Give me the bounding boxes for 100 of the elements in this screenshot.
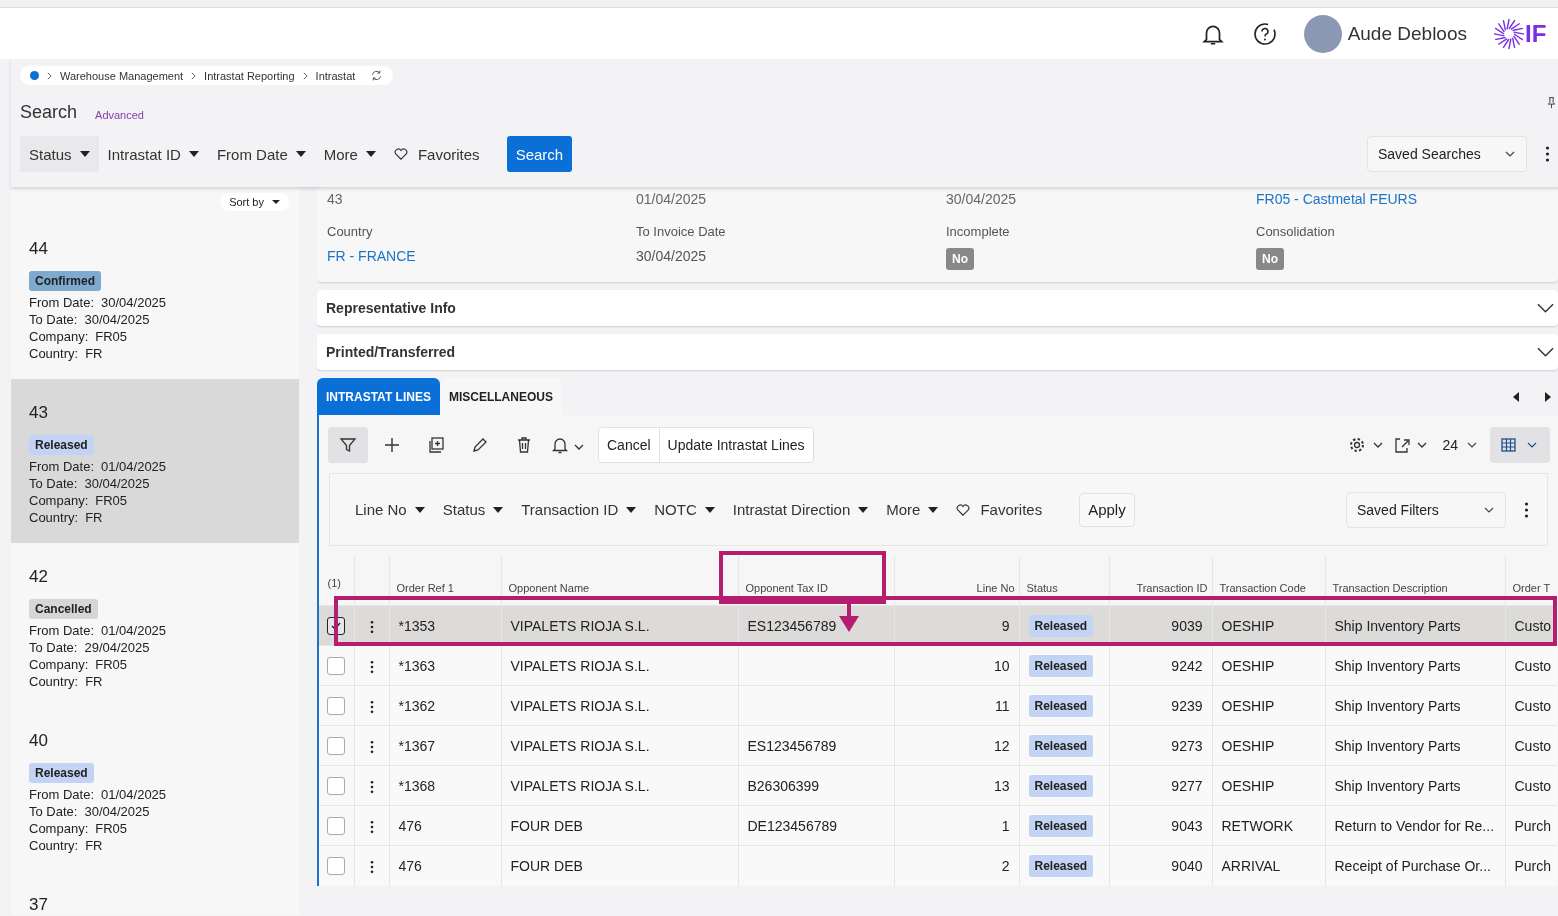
row-checkbox[interactable]: [327, 776, 346, 795]
field-value: 01/04/2025: [101, 622, 167, 639]
table-view-dropdown-icon[interactable]: [1490, 427, 1550, 463]
filter-dropdown[interactable]: Intrastat Direction: [723, 491, 878, 528]
user-name[interactable]: Aude Debloos: [1347, 22, 1467, 45]
home-dot-icon[interactable]: [30, 71, 39, 80]
collapsible-section[interactable]: Representative Info: [317, 290, 1558, 326]
apply-button[interactable]: Apply: [1079, 492, 1135, 527]
row-menu-icon[interactable]: [369, 859, 374, 874]
row-checkbox[interactable]: [327, 656, 346, 675]
row-checkbox[interactable]: [327, 736, 346, 755]
filter-dropdown[interactable]: NOTC: [645, 491, 724, 528]
record-number: 40: [29, 731, 49, 751]
starburst-logo-icon: [1493, 17, 1525, 50]
record-list-item[interactable]: 40 Released From Date: 01/04/2025 To Date: 30/04/2025 Company: FR05 Country: FR: [11, 707, 299, 871]
row-checkbox[interactable]: [327, 816, 346, 835]
status-badge: Released: [1028, 854, 1094, 877]
column-header[interactable]: Order T: [1512, 582, 1551, 594]
field-label: From Date:: [29, 786, 94, 803]
search-title: Search: [20, 102, 78, 123]
row-menu-icon[interactable]: [369, 659, 374, 674]
column-header[interactable]: Opponent Tax ID: [745, 582, 828, 594]
filter-dropdown[interactable]: Status: [20, 136, 99, 172]
column-header[interactable]: Opponent Name: [508, 582, 590, 594]
record-list-item[interactable]: 43 Released From Date: 01/04/2025 To Date: 30/04/2025 Company: FR05 Country: FR: [11, 379, 299, 543]
saved-searches-dropdown[interactable]: Saved Searches: [1367, 136, 1527, 172]
filter-dropdown[interactable]: Status: [433, 491, 513, 528]
row-menu-icon[interactable]: [369, 619, 374, 634]
column-header[interactable]: Status: [1026, 582, 1058, 594]
table-cell: OESHIP: [1221, 697, 1275, 714]
filter-dropdown[interactable]: Transaction ID: [512, 491, 646, 528]
section-title: Representative Info: [326, 300, 456, 316]
tab[interactable]: INTRASTAT LINES: [317, 378, 440, 415]
table-cell: VIPALETS RIOJA S.L.: [510, 737, 650, 754]
page-size-dropdown[interactable]: 24: [1434, 427, 1486, 463]
field-label: Company:: [29, 492, 89, 509]
filter-icon[interactable]: [328, 427, 368, 463]
caret-icon: [704, 506, 715, 513]
pin-icon[interactable]: [1545, 96, 1558, 109]
favorites-button[interactable]: Favorites: [384, 136, 489, 172]
row-menu-icon[interactable]: [369, 779, 374, 794]
chevron-right-icon: [302, 71, 308, 80]
row-checkbox[interactable]: [327, 856, 346, 875]
caret-icon: [188, 151, 199, 157]
breadcrumb-link[interactable]: Warehouse Management: [60, 69, 184, 82]
advanced-link[interactable]: Advanced: [95, 109, 144, 121]
caret-icon: [295, 151, 306, 157]
table-cell: Return to Vendor for Re...: [1334, 817, 1495, 834]
command-button[interactable]: Update Intrastat Lines: [658, 428, 813, 462]
row-menu-icon[interactable]: [369, 699, 374, 714]
table-cell: 476: [398, 817, 422, 834]
filter-dropdown[interactable]: From Date: [207, 136, 315, 172]
filter-dropdown[interactable]: More: [314, 136, 385, 172]
column-header[interactable]: Transaction Description: [1332, 582, 1448, 594]
table-cell: 11: [994, 697, 1010, 714]
breadcrumb-link[interactable]: Intrastat Reporting: [204, 69, 295, 82]
column-header[interactable]: Order Ref 1: [396, 582, 454, 594]
scroll-left-icon[interactable]: [1512, 391, 1520, 402]
row-menu-icon[interactable]: [369, 739, 374, 754]
status-badge: Released: [1028, 614, 1094, 637]
field-link[interactable]: FR - FRANCE: [327, 248, 416, 264]
breadcrumb-link[interactable]: Intrastat: [315, 69, 356, 82]
field-value: 43: [327, 190, 344, 208]
saved-filters-dropdown[interactable]: Saved Filters: [1346, 491, 1506, 528]
command-button[interactable]: Cancel: [599, 428, 659, 462]
column-header[interactable]: Transaction Code: [1219, 582, 1306, 594]
refresh-icon[interactable]: [370, 69, 384, 82]
status-badge: Released: [1028, 814, 1094, 837]
table-cell: 9242: [1171, 657, 1203, 674]
filter-dropdown[interactable]: Intrastat ID: [98, 136, 208, 172]
table-cell: 13: [993, 777, 1010, 794]
table-cell: FOUR DEB: [510, 817, 583, 834]
favorites-button[interactable]: Favorites: [947, 491, 1052, 528]
avatar-circle[interactable]: [1303, 14, 1342, 53]
column-header[interactable]: Line No: [976, 582, 1015, 594]
row-menu-icon[interactable]: [369, 819, 374, 834]
table-cell: Purch: [1514, 817, 1552, 834]
status-badge: Released: [1028, 654, 1094, 677]
row-checkbox[interactable]: [327, 696, 346, 715]
more-options-icon[interactable]: [1545, 145, 1550, 163]
table-cell: Ship Inventory Parts: [1334, 617, 1461, 634]
column-header[interactable]: Transaction ID: [1136, 582, 1208, 594]
field-value: 30/04/2025: [84, 311, 150, 328]
scroll-right-icon[interactable]: [1544, 391, 1552, 402]
value-badge: No: [1256, 248, 1284, 270]
help-icon[interactable]: [1251, 20, 1278, 47]
table-cell: *1363: [398, 657, 436, 674]
record-list-item[interactable]: 42 Cancelled From Date: 01/04/2025 To Date: 29/04/2025 Company: FR05 Country: FR: [11, 543, 299, 707]
status-badge: Confirmed: [29, 271, 101, 291]
filter-dropdown[interactable]: More: [877, 491, 948, 528]
collapsible-section[interactable]: Printed/Transferred: [317, 334, 1558, 370]
record-list-item[interactable]: 37: [11, 871, 299, 915]
more-options-icon[interactable]: [1524, 500, 1529, 519]
search-button[interactable]: Search: [506, 136, 573, 172]
field-value: FR05: [95, 328, 128, 345]
record-list-item[interactable]: 44 Confirmed From Date: 30/04/2025 To Date: 30/04/2025 Company: FR05 Country: FR: [11, 215, 299, 379]
filter-dropdown[interactable]: Line No: [346, 491, 434, 528]
field-link[interactable]: FR05 - Castmetal FEURS: [1256, 190, 1548, 208]
sort-by-button[interactable]: Sort by: [220, 193, 289, 211]
tab[interactable]: MISCELLANEOUS: [439, 378, 562, 415]
